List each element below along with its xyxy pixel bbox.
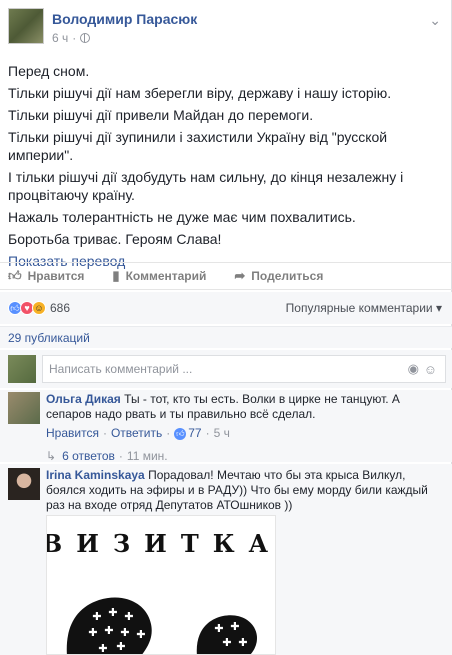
- speech-bubble-icon: ▮: [112, 268, 120, 283]
- comment-time[interactable]: 5 ч: [214, 426, 230, 441]
- comment-sort-dropdown[interactable]: Популярные комментарии ▾: [286, 301, 442, 315]
- share-button[interactable]: ➦ Поделиться: [234, 268, 323, 284]
- post-time[interactable]: 6 ч: [52, 31, 68, 45]
- facebook-post: Володимир Парасюк 6 ч · ⌄ Перед сном. Ті…: [0, 0, 452, 655]
- comment-like-count[interactable]: 👍︎ 77: [174, 426, 202, 441]
- commenter-avatar[interactable]: [8, 468, 40, 500]
- thumbs-up-icon: 👍︎: [174, 427, 187, 440]
- post-line: Тільки рішучі дії привели Майдан до пере…: [8, 107, 314, 123]
- svg-text:✚: ✚: [98, 642, 107, 655]
- replies-link[interactable]: ↳ 6 ответов · 11 мин.: [46, 449, 452, 463]
- svg-text:✚: ✚: [214, 622, 223, 635]
- comment-item: Ольга Дикая Ты - тот, кто ты есть. Волки…: [0, 390, 452, 463]
- post-line: Перед сном.: [8, 63, 90, 79]
- comment-meta: Нравится · Ответить · 👍︎ 77 · 5 ч: [46, 426, 230, 441]
- svg-text:✚: ✚: [136, 628, 145, 641]
- comment-button[interactable]: ▮ Комментарий: [112, 268, 206, 284]
- svg-text:✚: ✚: [104, 624, 113, 637]
- like-button[interactable]: 👍︎ Нравится: [8, 268, 84, 284]
- svg-text:✚: ✚: [92, 610, 101, 623]
- reply-arrow-icon: ↳: [46, 449, 57, 463]
- svg-text:✚: ✚: [108, 606, 117, 619]
- comment-input[interactable]: Написать комментарий ... ◉ ☺: [42, 355, 446, 383]
- dropdown-arrow-icon: ▾: [435, 301, 442, 315]
- post-line: Боротьба триває. Героям Слава!: [8, 231, 222, 247]
- svg-text:✚: ✚: [116, 640, 125, 653]
- svg-text:✚: ✚: [88, 626, 97, 639]
- publications-count[interactable]: 29 публикаций: [0, 326, 452, 348]
- reactions-bar: 👍︎ ♥ ☺ 686 Популярные комментарии ▾: [0, 292, 452, 324]
- post-line: І тільки рішучі дії здобудуть нам сильну…: [8, 169, 404, 203]
- commenter-name[interactable]: Irina Kaminskaya: [46, 468, 145, 482]
- post-meta: 6 ч ·: [52, 31, 197, 45]
- post-line: Тільки рішучі дії зупинили і захистили У…: [8, 129, 388, 163]
- post-line: Нажаль толерантність не дуже має чим пох…: [8, 209, 356, 225]
- camera-icon[interactable]: ◉: [408, 361, 419, 377]
- share-arrow-icon: ➦: [234, 268, 246, 283]
- commenter-avatar[interactable]: [8, 392, 40, 424]
- author-name[interactable]: Володимир Парасюк: [52, 11, 197, 27]
- commenter-name[interactable]: Ольга Дикая: [46, 392, 121, 406]
- comment-image[interactable]: ВИЗИТКА ✚ ✚ ✚ ✚ ✚ ✚ ✚ ✚ ✚ ✚ ✚ ✚ ✚: [46, 515, 276, 655]
- image-caption: ВИЗИТКА: [47, 529, 276, 558]
- thumbs-up-icon: 👍︎: [8, 268, 22, 283]
- replies-time: 11 мин.: [126, 449, 168, 463]
- comment-reply-link[interactable]: Ответить: [111, 426, 162, 441]
- chevron-down-icon[interactable]: ⌄: [429, 12, 441, 29]
- post-actions: 👍︎ Нравится ▮ Комментарий ➦ Поделиться: [0, 262, 452, 290]
- svg-text:✚: ✚: [124, 610, 133, 623]
- vizitka-image: ВИЗИТКА ✚ ✚ ✚ ✚ ✚ ✚ ✚ ✚ ✚ ✚ ✚✚ ✚: [47, 516, 276, 655]
- globe-icon: [80, 33, 91, 43]
- author-avatar[interactable]: [8, 8, 44, 44]
- svg-text:✚: ✚: [230, 620, 239, 633]
- post-line: Тільки рішучі дії нам зберегли віру, дер…: [8, 85, 392, 101]
- smiley-icon[interactable]: ☺: [424, 362, 437, 377]
- comment-composer: Написать комментарий ... ◉ ☺: [0, 350, 452, 388]
- svg-text:✚: ✚: [222, 636, 231, 649]
- svg-text:✚: ✚: [238, 636, 247, 649]
- viewer-avatar: [8, 355, 36, 383]
- svg-text:✚: ✚: [120, 626, 129, 639]
- haha-reaction-icon[interactable]: ☺: [32, 301, 46, 315]
- post-text: Перед сном. Тільки рішучі дії нам зберег…: [8, 62, 444, 270]
- comment-like-link[interactable]: Нравится: [46, 426, 99, 441]
- reaction-count[interactable]: 686: [50, 301, 70, 315]
- post-header: Володимир Парасюк 6 ч ·: [8, 8, 197, 52]
